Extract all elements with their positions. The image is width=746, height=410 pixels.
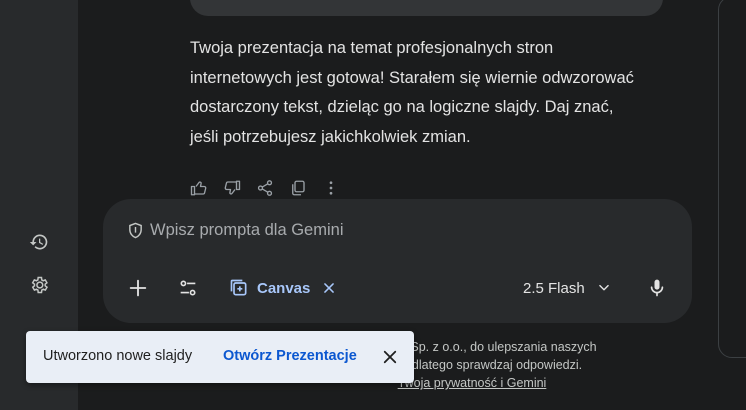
thumbs-up-button[interactable]: [190, 179, 208, 197]
model-selector[interactable]: 2.5 Flash: [523, 275, 611, 301]
chevron-down-icon: [598, 284, 609, 291]
thumbs-up-icon: [190, 181, 207, 196]
copy-button[interactable]: [289, 179, 307, 197]
more-vert-icon: [329, 181, 333, 195]
canvas-icon: [229, 278, 249, 298]
share-icon: [257, 180, 273, 196]
plus-icon: [129, 279, 147, 297]
open-slides-button[interactable]: Otwórz Prezentacje: [223, 348, 357, 364]
tune-icon: [180, 280, 196, 296]
snackbar-close-button[interactable]: [378, 345, 402, 369]
prompt-input[interactable]: [150, 221, 530, 240]
activity-history-button[interactable]: [26, 229, 52, 255]
canvas-side-panel: [718, 0, 746, 358]
snackbar: Utworzono nowe slajdy Otwórz Prezentacje: [26, 331, 414, 383]
settings-button[interactable]: [26, 272, 52, 298]
microphone-button[interactable]: [647, 275, 667, 301]
snackbar-message: Utworzono nowe slajdy: [43, 348, 193, 364]
shield-icon: [127, 222, 144, 239]
model-label: 2.5 Flash: [523, 279, 585, 297]
history-icon: [29, 234, 48, 250]
gear-icon: [31, 276, 48, 294]
share-button[interactable]: [256, 179, 274, 197]
add-button[interactable]: [127, 275, 149, 301]
microphone-icon: [650, 279, 664, 297]
canvas-chip[interactable]: Canvas: [229, 275, 336, 301]
prompt-composer: Canvas 2.5 Flash: [103, 199, 692, 323]
thumbs-down-icon: [224, 180, 241, 195]
thumbs-down-button[interactable]: [223, 179, 241, 197]
response-actions: [190, 178, 340, 198]
tools-button[interactable]: [177, 275, 199, 301]
prompt-row: [127, 221, 530, 240]
remove-canvas-button[interactable]: [322, 281, 336, 295]
close-icon: [324, 283, 335, 293]
more-options-button[interactable]: [322, 179, 340, 197]
model-response-text: Twoja prezentacja na temat profesjonalny…: [190, 39, 634, 146]
canvas-label: Canvas: [257, 279, 311, 297]
previous-user-message: [190, 0, 663, 16]
close-icon: [383, 350, 397, 364]
copy-icon: [292, 180, 305, 196]
